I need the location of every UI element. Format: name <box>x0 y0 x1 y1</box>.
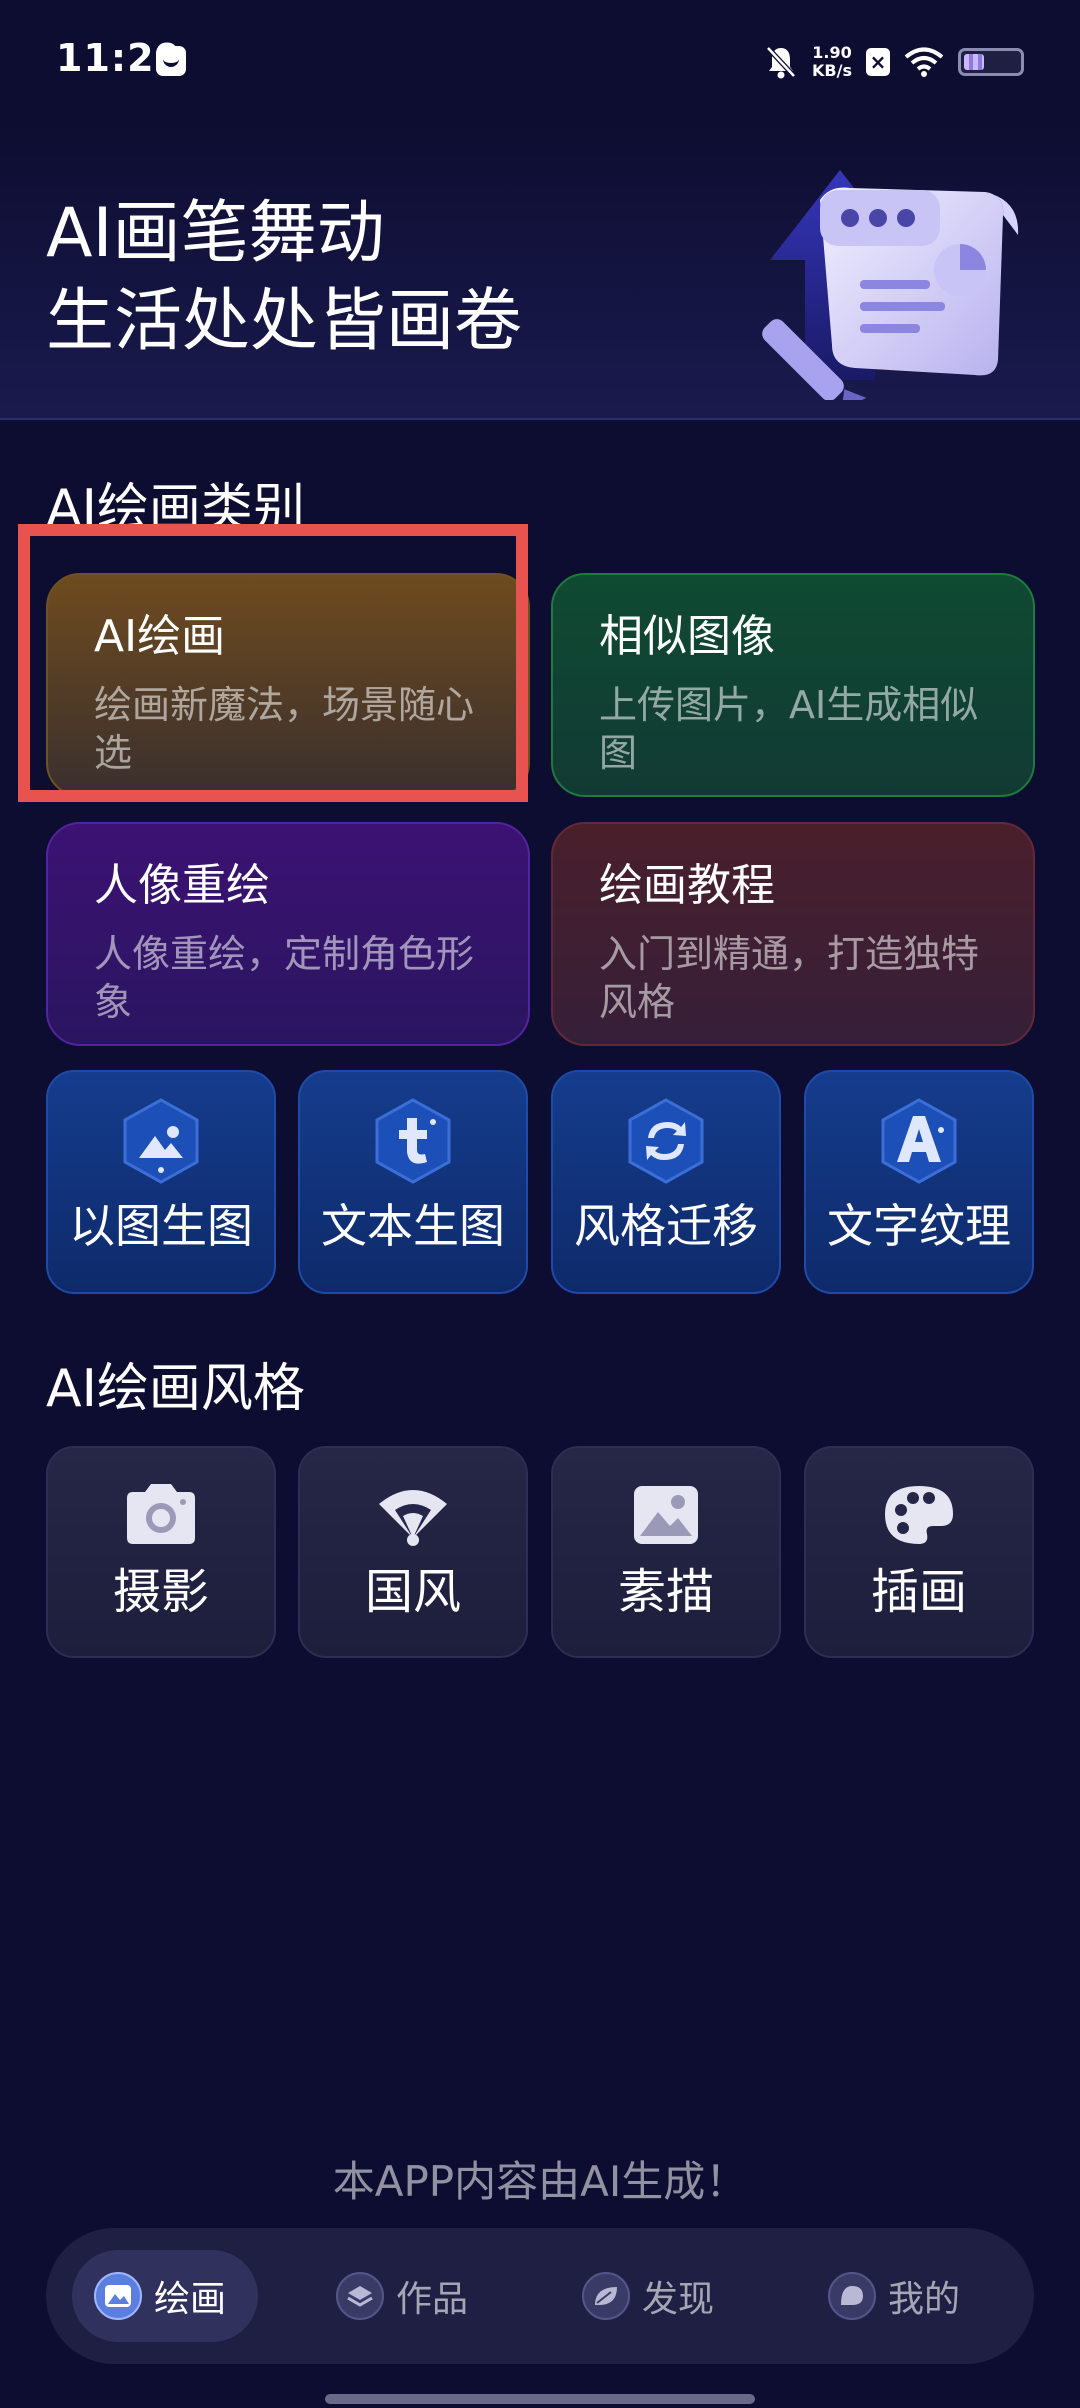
battery-level <box>964 54 985 70</box>
style-label: 国风 <box>364 1564 461 1620</box>
hero-title: AI画笔舞动 生活处处皆画卷 <box>46 190 522 366</box>
style-label: 插画 <box>870 1564 967 1620</box>
style-transfer-icon <box>628 1098 704 1184</box>
nav-label: 发现 <box>642 2279 715 2320</box>
network-speed-unit: KB/s <box>812 61 852 80</box>
nav-item-mine[interactable]: 我的 <box>806 2250 992 2342</box>
style-label: 摄影 <box>112 1564 209 1620</box>
tool-text-to-image[interactable]: 文本生图 <box>298 1070 528 1294</box>
status-bar: 11:29 1.90 KB/s × <box>0 0 1080 120</box>
status-icons: 1.90 KB/s × <box>764 40 1024 84</box>
tool-label: 文字纹理 <box>827 1199 1011 1253</box>
message-icon <box>156 46 186 76</box>
tool-label: 风格迁移 <box>574 1199 758 1253</box>
text-texture-icon <box>881 1098 957 1184</box>
card-title: 相似图像 <box>599 611 775 662</box>
card-painting-tutorial[interactable]: 绘画教程 入门到精通，打造独特风格 <box>551 822 1035 1046</box>
hero-banner: AI画笔舞动 生活处处皆画卷 <box>0 120 1080 420</box>
highlight-annotation-box <box>18 524 528 802</box>
document-pencil-illustration-icon <box>762 170 1019 400</box>
card-title: 人像重绘 <box>94 860 270 911</box>
style-photography[interactable]: 摄影 <box>46 1446 276 1658</box>
leaf-icon <box>582 2272 630 2320</box>
tool-label: 以图生图 <box>69 1199 253 1253</box>
tool-label: 文本生图 <box>321 1199 505 1253</box>
style-label: 素描 <box>617 1564 714 1620</box>
layers-icon <box>336 2272 384 2320</box>
bottom-navigation: 绘画 作品 发现 我的 <box>46 2228 1034 2364</box>
tool-style-transfer[interactable]: 风格迁移 <box>551 1070 781 1294</box>
card-description: 入门到精通，打造独特风格 <box>599 932 980 1024</box>
text-to-image-icon <box>375 1098 451 1184</box>
style-illustration[interactable]: 插画 <box>804 1446 1034 1658</box>
style-chinese[interactable]: 国风 <box>298 1446 528 1658</box>
bell-muted-icon <box>764 44 798 80</box>
card-description: 人像重绘，定制角色形象 <box>94 932 475 1024</box>
palette-icon <box>885 1486 953 1544</box>
folding-fan-icon <box>379 1490 447 1546</box>
hero-title-line2: 生活处处皆画卷 <box>46 282 523 361</box>
network-speed: 1.90 KB/s <box>812 44 852 80</box>
nav-label: 绘画 <box>154 2279 227 2320</box>
nav-label: 作品 <box>396 2279 469 2320</box>
battery-icon <box>958 48 1024 76</box>
app-screen: 11:29 1.90 KB/s × AI画笔舞动 生活处处皆画卷 AI绘画类别 … <box>0 0 1080 2408</box>
network-speed-value: 1.90 <box>812 43 852 62</box>
nav-item-painting[interactable]: 绘画 <box>72 2250 258 2342</box>
painting-icon <box>94 2272 142 2320</box>
nav-label: 我的 <box>888 2279 961 2320</box>
card-portrait-redraw[interactable]: 人像重绘 人像重绘，定制角色形象 <box>46 822 530 1046</box>
close-badge-icon: × <box>866 48 890 76</box>
camera-icon <box>127 1484 195 1544</box>
picture-icon <box>634 1486 698 1544</box>
card-similar-image[interactable]: 相似图像 上传图片，AI生成相似图 <box>551 573 1035 797</box>
hero-title-line1: AI画笔舞动 <box>46 194 385 273</box>
tool-text-texture[interactable]: 文字纹理 <box>804 1070 1034 1294</box>
nav-item-works[interactable]: 作品 <box>314 2250 500 2342</box>
home-indicator[interactable] <box>325 2394 755 2404</box>
wifi-icon <box>904 46 944 78</box>
nav-item-discover[interactable]: 发现 <box>560 2250 746 2342</box>
ai-generated-notice: 本APP内容由AI生成！ <box>332 2157 748 2206</box>
styles-section-title: AI绘画风格 <box>46 1359 305 1419</box>
profile-icon <box>828 2272 876 2320</box>
card-title: 绘画教程 <box>599 860 775 911</box>
tool-image-to-image[interactable]: 以图生图 <box>46 1070 276 1294</box>
image-to-image-icon <box>123 1098 199 1184</box>
card-description: 上传图片，AI生成相似图 <box>599 683 979 775</box>
style-sketch[interactable]: 素描 <box>551 1446 781 1658</box>
